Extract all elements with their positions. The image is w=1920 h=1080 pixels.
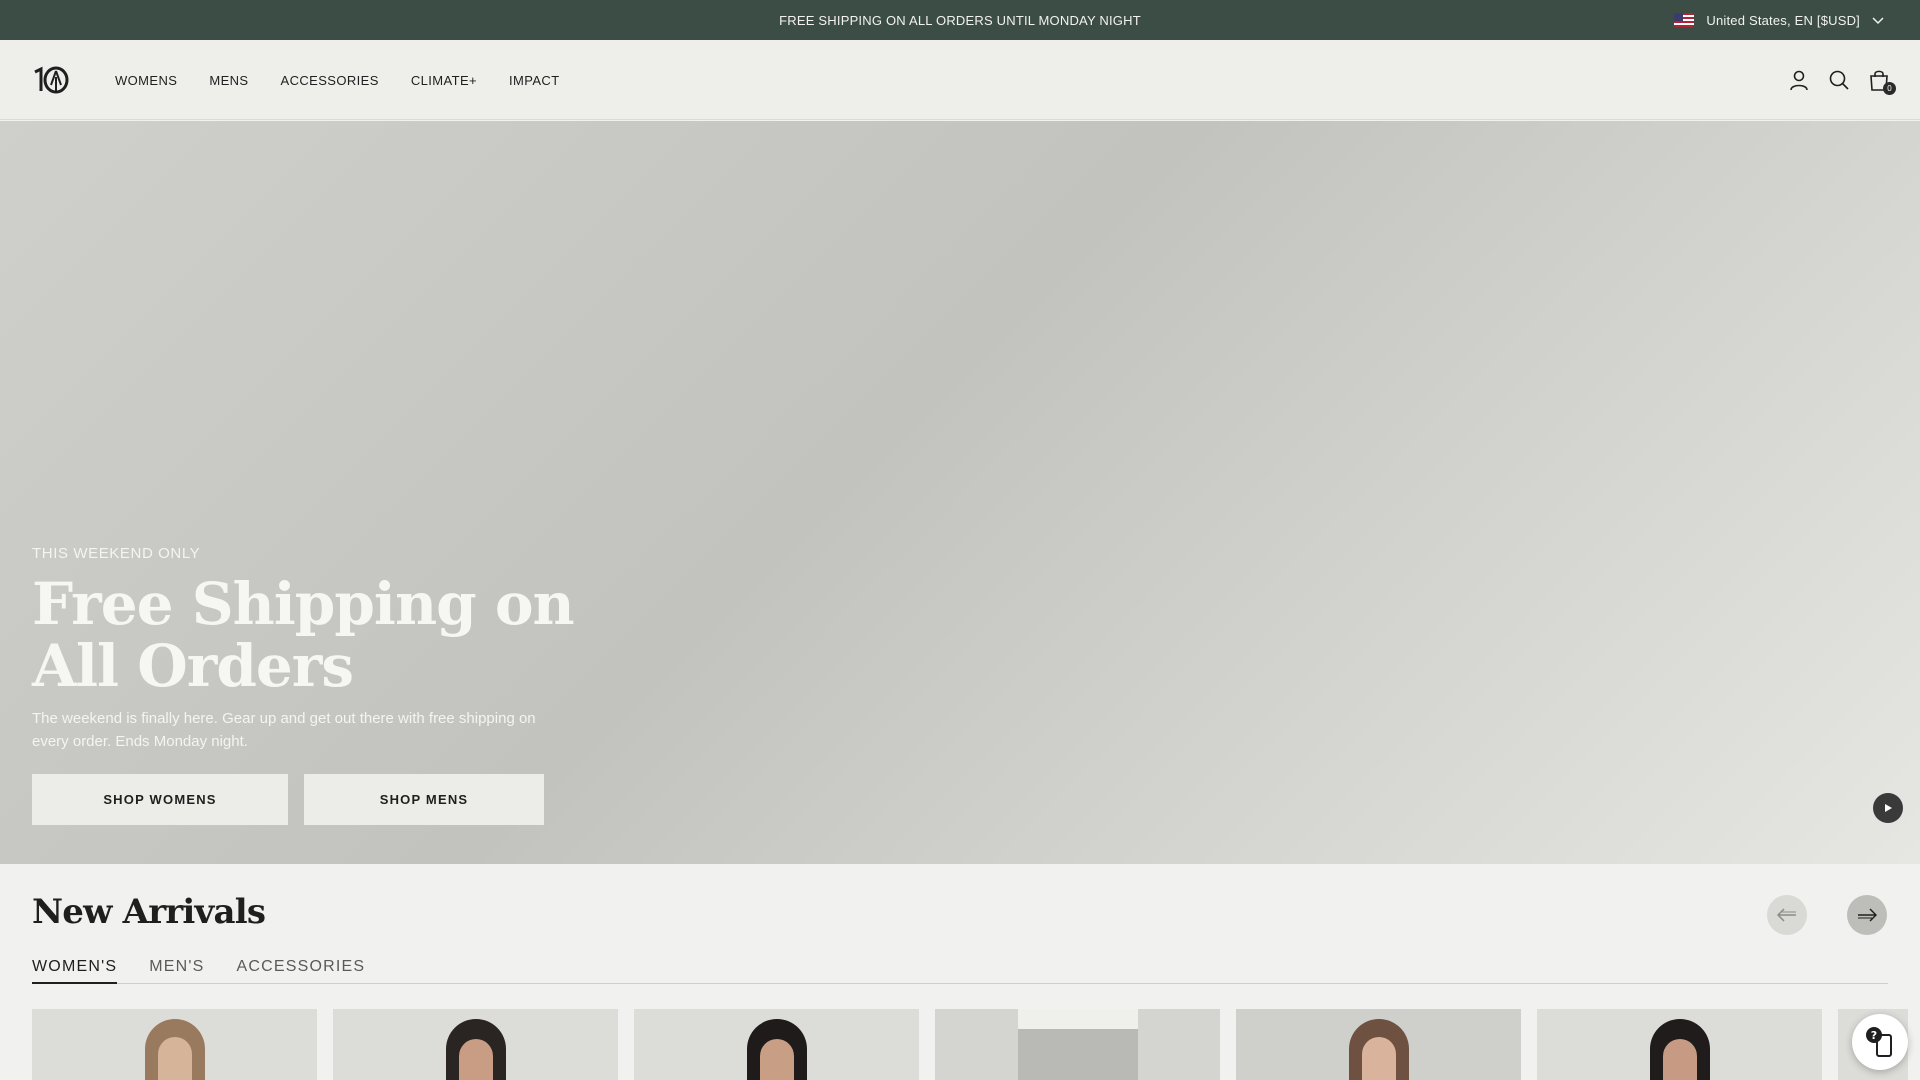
cart-count-badge: 0: [1883, 82, 1896, 95]
shop-womens-button[interactable]: SHOP WOMENS: [32, 774, 288, 825]
hero-banner: THIS WEEKEND ONLY Free Shipping on All O…: [0, 121, 1920, 864]
product-card[interactable]: [333, 1009, 618, 1080]
hero-description: The weekend is finally here. Gear up and…: [32, 710, 536, 750]
product-image: [1017, 1009, 1138, 1029]
header-actions: 0: [1788, 40, 1896, 120]
main-nav: WOMENS MENS ACCESSORIES CLIMATE+ IMPACT: [115, 40, 560, 120]
product-image: [1361, 1037, 1396, 1080]
locale-label: United States, EN [$USD]: [1706, 12, 1860, 28]
product-card[interactable]: [1236, 1009, 1521, 1080]
product-image: [759, 1039, 794, 1080]
help-chat-icon[interactable]: ?: [1852, 1014, 1908, 1070]
search-icon[interactable]: [1828, 69, 1850, 91]
tab-womens[interactable]: WOMEN'S: [32, 958, 118, 984]
nav-impact[interactable]: IMPACT: [509, 73, 560, 88]
arrow-right-icon[interactable]: [1847, 895, 1887, 935]
product-carousel: [32, 1009, 1908, 1080]
locale-selector[interactable]: United States, EN [$USD]: [1674, 0, 1884, 40]
product-image: [1662, 1039, 1697, 1080]
svg-text:?: ?: [1871, 1029, 1877, 1042]
product-image: [458, 1039, 493, 1080]
hero-eyebrow: THIS WEEKEND ONLY: [32, 545, 201, 562]
account-icon[interactable]: [1788, 69, 1810, 91]
product-card[interactable]: [634, 1009, 919, 1080]
product-card[interactable]: [1537, 1009, 1822, 1080]
arrow-left-icon[interactable]: [1767, 895, 1807, 935]
nav-mens[interactable]: MENS: [209, 73, 248, 88]
play-icon[interactable]: [1873, 793, 1903, 823]
brand-logo[interactable]: [32, 65, 70, 95]
arrivals-tabs: WOMEN'S MEN'S ACCESSORIES: [32, 958, 1888, 984]
product-card[interactable]: [935, 1009, 1220, 1080]
tab-accessories[interactable]: ACCESSORIES: [237, 958, 366, 984]
bag-icon[interactable]: 0: [1868, 69, 1896, 95]
product-image: [157, 1037, 192, 1080]
shop-mens-button[interactable]: SHOP MENS: [304, 774, 544, 825]
chevron-down-icon: [1872, 13, 1884, 28]
nav-accessories[interactable]: ACCESSORIES: [281, 73, 379, 88]
product-card[interactable]: [32, 1009, 317, 1080]
site-header: WOMENS MENS ACCESSORIES CLIMATE+ IMPACT …: [0, 40, 1920, 120]
new-arrivals-title: New Arrivals: [32, 892, 266, 932]
hero-title: Free Shipping on All Orders: [32, 570, 575, 700]
tab-mens[interactable]: MEN'S: [149, 958, 204, 984]
announcement-text: FREE SHIPPING ON ALL ORDERS UNTIL MONDAY…: [779, 12, 1141, 28]
us-flag-icon: [1674, 13, 1695, 27]
announcement-bar: FREE SHIPPING ON ALL ORDERS UNTIL MONDAY…: [0, 0, 1920, 40]
nav-womens[interactable]: WOMENS: [115, 73, 177, 88]
nav-climate[interactable]: CLIMATE+: [411, 73, 477, 88]
